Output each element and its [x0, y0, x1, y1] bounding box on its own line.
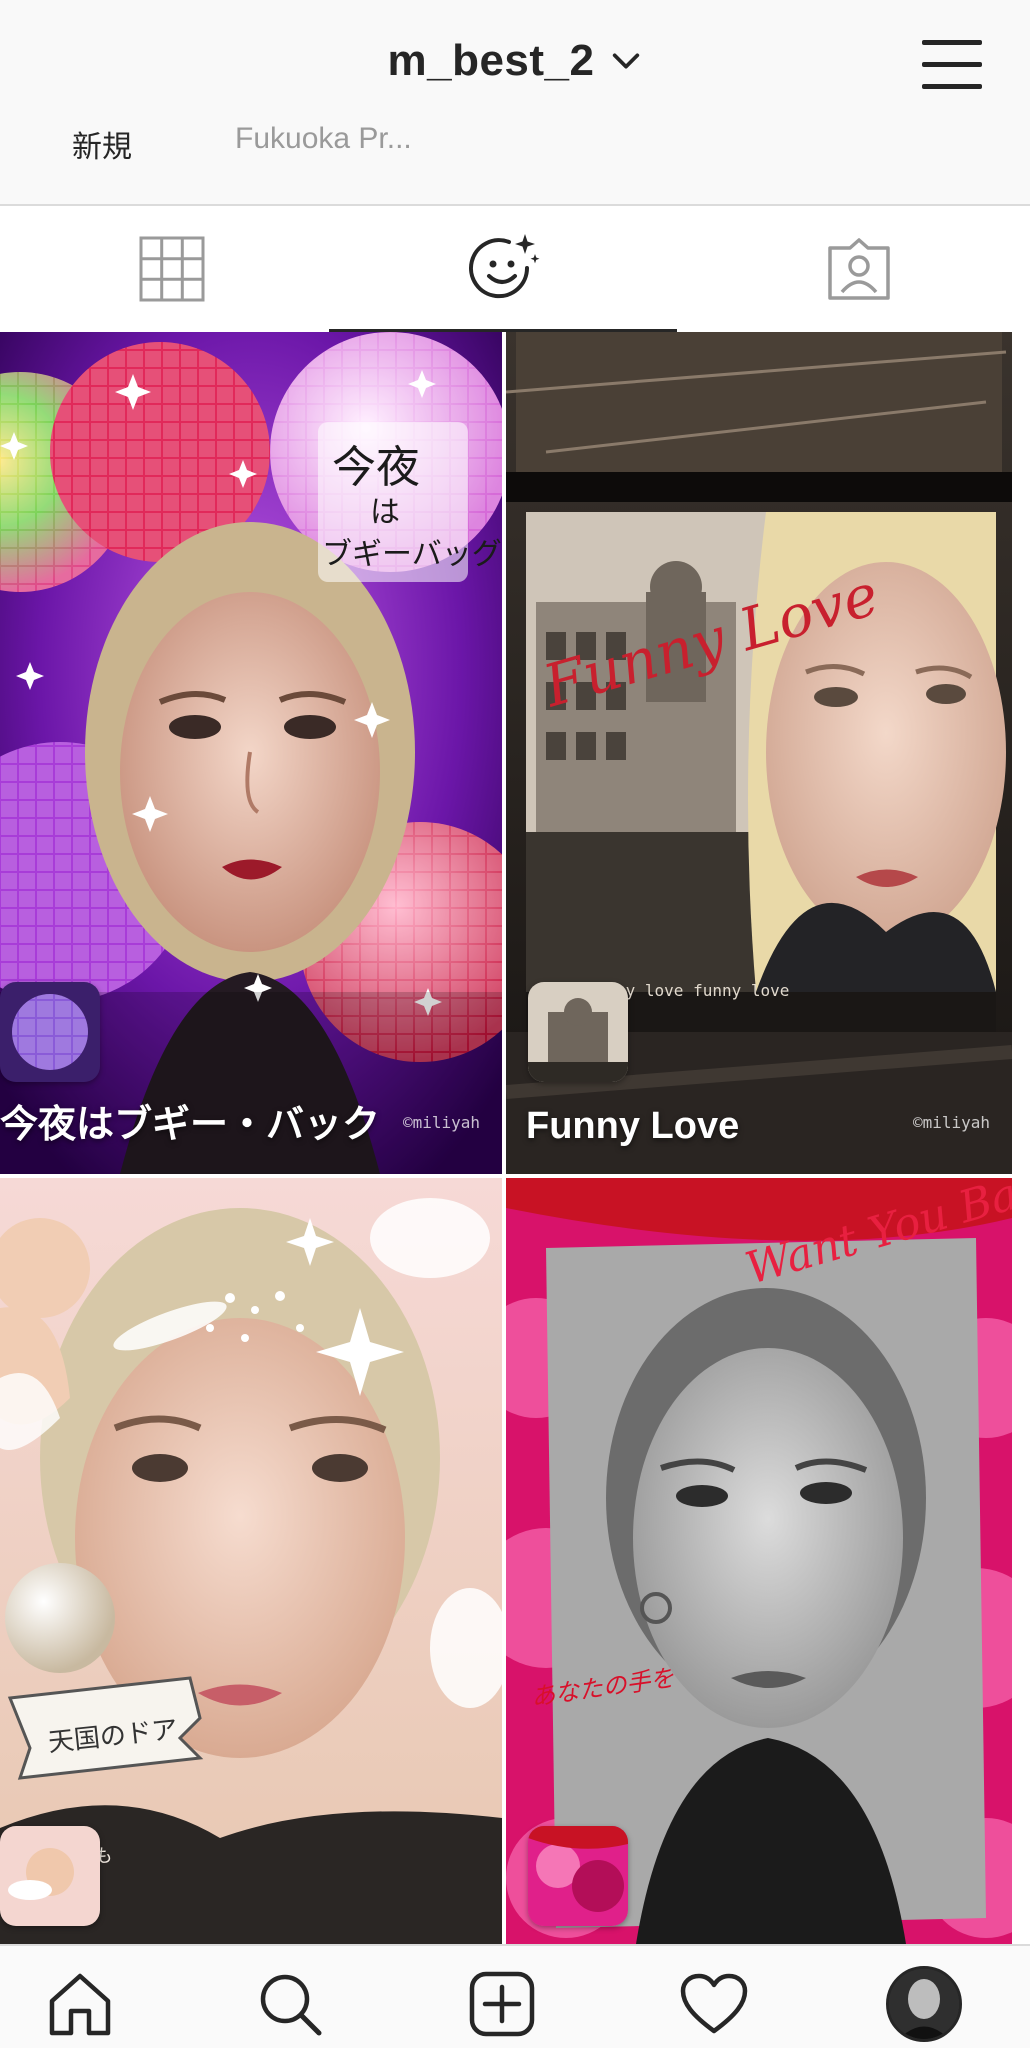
effect-tile[interactable]: Want You Back あなたの手を [506, 1178, 1012, 1944]
grid-icon [139, 236, 204, 302]
account-switcher[interactable]: m_best_2 [387, 36, 642, 86]
effect-title: Funny Love [526, 1105, 740, 1147]
username-label: m_best_2 [387, 36, 595, 85]
svg-text:今夜: 今夜 [332, 442, 420, 493]
tab-tagged[interactable] [687, 206, 1030, 332]
effect-title: 今夜はブギー・バック [0, 1104, 381, 1146]
effect-icon-thumbnail [528, 982, 628, 1082]
nav-home[interactable] [40, 1964, 120, 2044]
effect-tile[interactable]: 今夜 は ブギーバッグ 今夜はブギー・バック ©miliyah [0, 332, 502, 1174]
effect-credit: ©miliyah [912, 1113, 990, 1132]
profile-tabs [0, 206, 1030, 332]
story-highlights: 新規 Fukuoka Pr... [0, 122, 1030, 166]
tagged-person-icon [827, 238, 890, 300]
avatar [886, 1966, 962, 2042]
face-sparkle-icon [469, 233, 540, 298]
svg-text:ブギーバッグ: ブギーバッグ [322, 537, 502, 572]
tab-effects[interactable] [329, 206, 677, 332]
highlight-new[interactable]: 新規 [72, 122, 132, 166]
effect-icon-thumbnail [0, 982, 100, 1082]
effect-tile[interactable]: 天国のドア 夜が怖くても [0, 1178, 502, 1944]
title-wrap: m_best_2 [0, 36, 1030, 86]
bottom-navigation [0, 1944, 1030, 2048]
effect-credit: ©miliyah [402, 1113, 480, 1132]
chevron-down-icon [612, 53, 639, 69]
svg-text:は: は [370, 495, 400, 530]
effect-icon-thumbnail [0, 1826, 100, 1926]
svg-text:ny love funny love: ny love funny love [616, 981, 789, 1000]
heart-icon [680, 1973, 748, 2034]
profile-header: m_best_2 新規 Fukuoka Pr... [0, 0, 1030, 206]
hamburger-menu-icon[interactable] [922, 38, 982, 92]
tab-grid[interactable] [0, 206, 343, 332]
effect-tile[interactable]: Funny Love ny love funny love Funny Love… [506, 332, 1012, 1174]
plus-square-icon [469, 1971, 535, 2037]
nav-create[interactable] [462, 1964, 542, 2044]
nav-activity[interactable] [674, 1964, 754, 2044]
nav-search[interactable] [250, 1964, 330, 2044]
nav-profile[interactable] [884, 1964, 964, 2044]
effect-icon-thumbnail [528, 1826, 628, 1926]
highlight-fukuoka[interactable]: Fukuoka Pr... [235, 122, 412, 156]
home-icon [49, 1973, 111, 2036]
grid-edge [1012, 332, 1030, 1944]
effects-grid: 今夜 は ブギーバッグ 今夜はブギー・バック ©miliyah Funny Lo… [0, 332, 1030, 1944]
search-icon [260, 1974, 322, 2036]
